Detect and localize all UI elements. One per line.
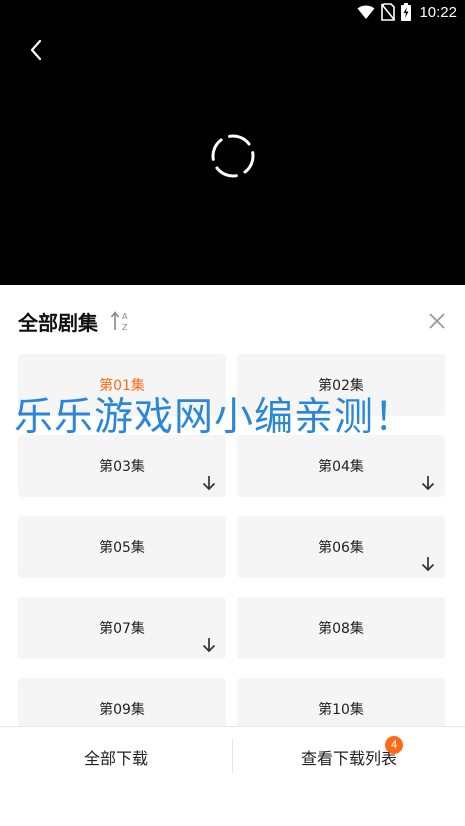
status-time: 10:22 [419,3,457,21]
status-bar: 10:22 [0,0,465,26]
sort-az-icon[interactable]: A Z [110,309,132,333]
episode-item[interactable]: 第03集 [18,435,226,497]
sheet-title: 全部剧集 [18,310,98,335]
episode-label: 第09集 [99,702,145,718]
episode-grid: 第01集 第02集第03集 第04集第05集 第06集第07集 第08集第09集 第10集 [18,354,446,726]
download-all-button[interactable]: 全部下载 [0,745,232,773]
download-arrow-icon [202,638,216,653]
episode-label: 第05集 [99,540,145,556]
svg-text:Z: Z [122,323,128,332]
episode-item[interactable]: 第10集 [237,678,445,726]
wifi-icon [357,5,375,19]
download-count-badge: 4 [385,736,403,754]
download-arrow-icon [202,476,216,491]
episode-item[interactable]: 第04集 [237,435,445,497]
episode-label: 第04集 [318,459,364,475]
close-icon[interactable] [425,309,449,333]
video-player[interactable]: 10:22 [0,0,465,285]
episode-item[interactable]: 第02集 [237,354,445,416]
episode-label: 第10集 [318,702,364,718]
episode-label: 第01集 [99,378,145,394]
svg-text:A: A [122,312,128,321]
download-arrow-icon [421,476,435,491]
episode-item[interactable]: 第09集 [18,678,226,726]
view-download-list-button[interactable]: 查看下载列表 [233,745,465,773]
episode-item[interactable]: 第06集 [237,516,445,578]
episode-item[interactable]: 第05集 [18,516,226,578]
episode-item[interactable]: 第07集 [18,597,226,659]
no-sim-icon [381,3,396,21]
chevron-left-icon [30,39,42,61]
loading-spinner-icon [211,134,255,178]
battery-charging-icon [401,3,412,21]
back-button[interactable] [22,36,50,64]
sheet-header: 全部剧集 A Z [18,307,449,335]
episode-label: 第06集 [318,540,364,556]
episode-item[interactable]: 第08集 [237,597,445,659]
episode-label: 第02集 [318,378,364,394]
download-arrow-icon [421,557,435,572]
episode-item[interactable]: 第01集 [18,354,226,416]
episode-label: 第08集 [318,621,364,637]
episode-label: 第07集 [99,621,145,637]
episode-label: 第03集 [99,459,145,475]
